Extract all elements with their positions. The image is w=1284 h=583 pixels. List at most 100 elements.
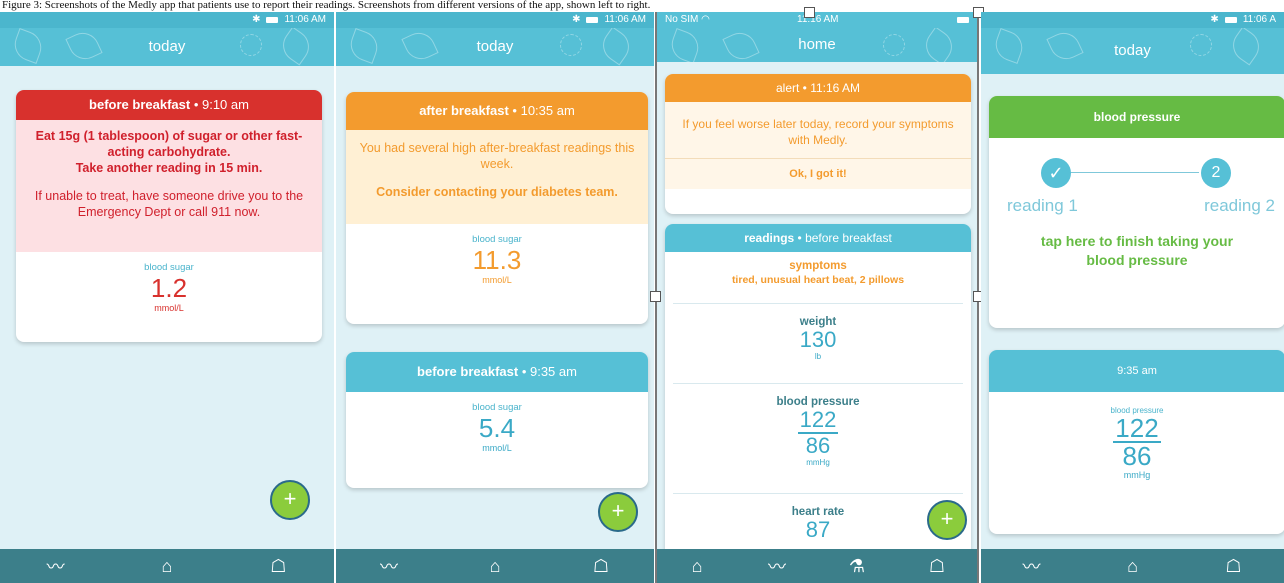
systolic-value: 122	[797, 407, 839, 434]
add-reading-button[interactable]: +	[927, 500, 967, 540]
home-icon[interactable]: ⌂	[1113, 556, 1153, 577]
diastolic-value: 86	[1122, 441, 1152, 471]
reading-label: blood sugar	[144, 262, 194, 273]
trends-icon[interactable]: 〰	[1012, 553, 1052, 579]
reading-card-low-blood-sugar[interactable]: before breakfast • 9:10 am Eat 15g (1 ta…	[16, 90, 322, 342]
bottom-nav: ⌂ 〰 ⚗ ☖	[657, 549, 977, 583]
sun-decoration-icon	[1190, 34, 1212, 56]
add-reading-button[interactable]: +	[598, 492, 638, 532]
step-connector	[1055, 172, 1199, 173]
card-header: 9:35 am	[989, 350, 1284, 392]
blood-pressure-progress-card[interactable]: blood pressure ✓ 2 reading 1 reading 2 t…	[989, 96, 1284, 328]
battery-icon	[586, 17, 599, 23]
sun-decoration-icon	[560, 34, 582, 56]
leaf-decoration-icon	[65, 28, 103, 65]
bluetooth-icon: ✱	[1210, 14, 1219, 25]
profile-icon[interactable]: ☖	[1214, 556, 1254, 577]
figure-caption: Figure 3: Screenshots of the Medly app t…	[2, 0, 651, 11]
blood-pressure-reading-card[interactable]: 9:35 am blood pressure 122 86 mmHg	[989, 350, 1284, 534]
readings-header-title: readings	[744, 231, 795, 245]
readings-card[interactable]: readings • before breakfast symptoms tir…	[665, 224, 971, 583]
profile-icon[interactable]: ☖	[917, 556, 957, 577]
card-header-time: • 9:35 am	[518, 364, 577, 379]
weight-row: weight 130 lb	[673, 304, 963, 384]
card-header-title: before breakfast	[417, 364, 519, 379]
symptoms-label: symptoms	[789, 260, 847, 272]
reading-card-high-blood-sugar[interactable]: after breakfast • 10:35 am You had sever…	[346, 92, 648, 324]
alert-header: alert • 11:16 AM	[665, 74, 971, 102]
systolic-value: 122	[1113, 413, 1161, 443]
resize-handle[interactable]	[804, 7, 815, 18]
message-instruction: Eat 15g (1 tablespoon) of sugar or other…	[35, 129, 303, 159]
card-header-time: • 9:10 am	[190, 97, 249, 112]
sun-decoration-icon	[883, 34, 905, 56]
leaf-decoration-icon	[667, 28, 703, 62]
message-emergency: If unable to treat, have someone drive y…	[34, 189, 304, 219]
symptoms-value: tired, unusual heart beat, 2 pillows	[731, 274, 905, 286]
card-header-title: after breakfast	[419, 103, 509, 118]
home-icon[interactable]: ⌂	[677, 556, 717, 577]
reading-unit: mmol/L	[482, 443, 512, 453]
page-title: today	[476, 38, 514, 55]
status-time: 11:06 AM	[284, 14, 326, 25]
card-header: before breakfast • 9:10 am	[16, 90, 322, 120]
leaf-decoration-icon	[1046, 28, 1084, 65]
alert-card: alert • 11:16 AM If you feel worse later…	[665, 74, 971, 214]
blood-pressure-value: 122 86	[1113, 413, 1161, 471]
leaf-decoration-icon	[919, 28, 959, 62]
page-title: today	[148, 38, 186, 55]
message-recommendation: Consider contacting your diabetes team.	[376, 185, 618, 199]
leaf-decoration-icon	[722, 28, 760, 62]
message-pattern: You had several high after-breakfast rea…	[359, 141, 635, 171]
heart-rate-value: 87	[805, 517, 831, 542]
reading-value: 1.2	[150, 273, 188, 303]
card-header-time: • 10:35 am	[508, 103, 575, 118]
status-bar: ✱ 11:06 AM	[0, 12, 334, 28]
trends-icon[interactable]: 〰	[369, 553, 409, 579]
card-header: blood pressure	[989, 96, 1284, 138]
reading-label: blood sugar	[472, 402, 522, 413]
bluetooth-icon: ✱	[572, 14, 581, 25]
bottom-nav: 〰 ⌂ ☖	[336, 549, 654, 583]
profile-icon[interactable]: ☖	[258, 556, 298, 577]
card-message: You had several high after-breakfast rea…	[346, 130, 648, 224]
leaf-decoration-icon	[346, 28, 382, 64]
heart-rate-row: heart rate 87	[673, 494, 963, 548]
battery-icon	[1224, 17, 1237, 23]
app-bar: home	[657, 28, 977, 62]
leaf-decoration-icon	[1226, 28, 1266, 66]
app-bar: today	[981, 28, 1284, 74]
page-title: home	[798, 36, 836, 53]
dismiss-alert-button[interactable]: Ok, I got it!	[665, 158, 971, 189]
resize-handle[interactable]	[650, 291, 661, 302]
blood-pressure-unit: mmHg	[806, 458, 830, 467]
reading-steps: ✓ 2 reading 1 reading 2	[989, 156, 1284, 220]
profile-icon[interactable]: ☖	[581, 556, 621, 577]
battery-icon	[266, 17, 279, 23]
leaf-decoration-icon	[991, 28, 1027, 64]
wifi-icon: ◠	[701, 14, 710, 25]
reading-unit: mmHg	[1123, 470, 1151, 480]
symptoms-row: symptoms tired, unusual heart beat, 2 pi…	[673, 252, 963, 304]
status-time: 11:06 AM	[604, 14, 646, 25]
home-icon[interactable]: ⌂	[147, 556, 187, 577]
screen-3: No SIM ◠ 11:16 AM home alert • 11:16 AM …	[655, 12, 979, 583]
leaf-decoration-icon	[10, 28, 46, 64]
add-reading-button[interactable]: +	[270, 480, 310, 520]
reading-unit: mmol/L	[482, 275, 512, 285]
page-title: today	[1114, 42, 1151, 59]
trends-icon[interactable]: 〰	[757, 553, 797, 579]
sim-text: No SIM	[665, 14, 699, 25]
screen-4: ✱ 11:06 A today blood pressure ✓ 2 readi…	[981, 12, 1284, 583]
step-2-number: 2	[1201, 158, 1231, 188]
trends-icon[interactable]: 〰	[36, 553, 76, 579]
leaf-decoration-icon	[276, 28, 316, 66]
finish-reading-prompt[interactable]: tap here to finish taking your blood pre…	[989, 220, 1284, 270]
status-time: 11:06 A	[1242, 14, 1276, 25]
weight-unit: lb	[814, 352, 822, 361]
reading-value: 5.4	[478, 413, 516, 443]
home-icon[interactable]: ⌂	[475, 556, 515, 577]
reading-card-normal-blood-sugar[interactable]: before breakfast • 9:35 am blood sugar 5…	[346, 352, 648, 488]
flask-icon[interactable]: ⚗	[837, 556, 877, 577]
readings-header-sub: • before breakfast	[794, 231, 892, 245]
